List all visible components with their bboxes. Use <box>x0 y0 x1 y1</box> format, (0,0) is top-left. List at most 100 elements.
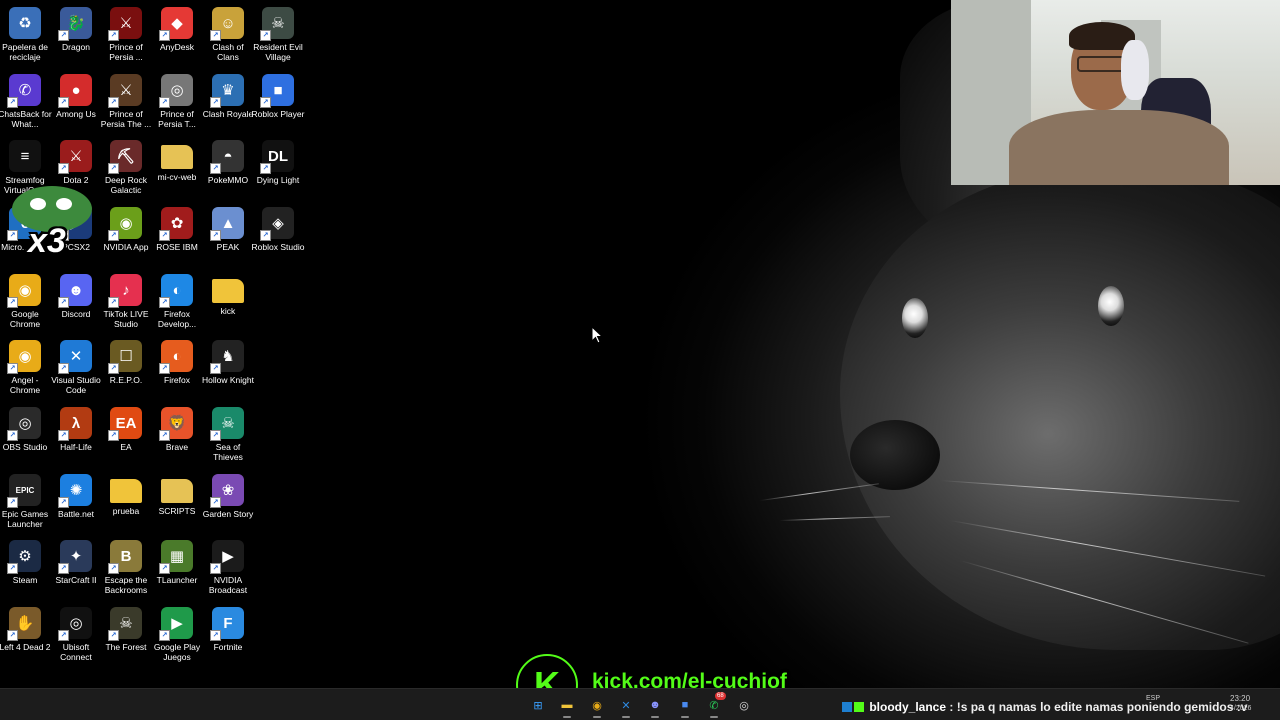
desktop-icon-label: Firefox Develop... <box>157 309 197 329</box>
desktop-icon[interactable]: ■ ↗ Roblox Player <box>252 71 304 135</box>
desktop-icon[interactable]: ✆ ↗ ChatsBack for What... <box>0 71 52 135</box>
desktop-icon[interactable]: ⛏ ↗ Deep Rock Galactic <box>101 137 151 201</box>
desktop-icon[interactable]: SCRIPTS <box>152 471 202 535</box>
clock-time[interactable]: 23:20 <box>1230 694 1250 703</box>
file-explorer-icon[interactable]: ▬ <box>558 696 576 714</box>
chrome-icon[interactable]: ◉ <box>588 696 606 714</box>
desktop-icon[interactable]: ◐ ↗ Firefox Develop... <box>152 271 202 335</box>
wallpaper-whisker <box>779 516 890 521</box>
icon-glyph: ♻ <box>18 15 32 32</box>
desktop-icon[interactable]: ✕ ↗ Visual Studio Code <box>51 337 101 401</box>
desktop-icon-label: Hollow Knight <box>202 375 254 385</box>
shortcut-arrow-icon: ↗ <box>210 497 221 508</box>
desktop-icon-label: TikTok LIVE Studio <box>103 309 149 329</box>
desktop-icon[interactable]: ☠ ↗ Resident Evil Village <box>253 4 303 68</box>
desktop-icon[interactable]: ✋ ↗ Left 4 Dead 2 <box>0 604 51 668</box>
desktop-icon[interactable]: ● ↗ Among Us <box>51 71 101 135</box>
desktop-icon[interactable]: ◓ ↗ PokeMMO <box>203 137 253 201</box>
desktop-icon-label: StarCraft II <box>55 575 97 585</box>
desktop-icon[interactable]: 🐉 ↗ Dragon <box>51 4 101 68</box>
desktop-icon-label: Google Play Juegos <box>153 642 201 662</box>
icon-glyph: ◉ <box>18 282 32 299</box>
desktop-icon[interactable]: ◉ ↗ Google Chrome <box>0 271 50 335</box>
desktop-icon[interactable]: 🦁 ↗ Brave <box>152 404 202 468</box>
desktop-icon[interactable]: ◎ ↗ Ubisoft Connect <box>51 604 101 668</box>
desktop-icon[interactable]: ▦ ↗ TLauncher <box>152 537 202 601</box>
desktop-icon[interactable]: B ↗ Escape the Backrooms <box>101 537 151 601</box>
epic-games-icon: EPIC ↗ <box>7 474 41 508</box>
desktop-icon[interactable]: ▶ ↗ NVIDIA Broadcast <box>203 537 253 601</box>
desktop-icon[interactable]: ✺ ↗ Battle.net <box>51 471 101 535</box>
desktop-icon-label: Roblox Studio <box>251 242 305 252</box>
desktop-icon-label: Among Us <box>56 109 96 119</box>
desktop-icon[interactable]: λ ↗ Half-Life <box>51 404 101 468</box>
dying-light-icon: DL ↗ <box>260 140 294 174</box>
roblox-icon[interactable]: ■ <box>676 696 694 714</box>
chat-message: !s pa q namas lo edite namas poniendo ge… <box>956 700 1248 714</box>
left4dead-icon: ✋ ↗ <box>7 607 41 641</box>
desktop-icon[interactable]: EPIC ↗ Epic Games Launcher <box>0 471 50 535</box>
discord-icon[interactable]: ☻ <box>646 696 664 714</box>
desktop-icon[interactable]: ☐ ↗ R.E.P.O. <box>101 337 151 401</box>
desktop-icon[interactable]: F ↗ Fortnite <box>203 604 253 668</box>
desktop-icon[interactable]: ✦ ↗ StarCraft II <box>51 537 101 601</box>
desktop-icon[interactable]: ⚔ ↗ Prince of Persia ... <box>101 4 151 68</box>
desktop-icon[interactable]: ☠ ↗ Sea of Thieves <box>203 404 253 468</box>
desktop-icon[interactable]: ❀ ↗ Garden Story <box>203 471 253 535</box>
desktop-icon[interactable]: ♞ ↗ Hollow Knight <box>202 337 254 401</box>
desktop-icon[interactable]: ✿ ↗ ROSE IBM <box>152 204 202 268</box>
icon-glyph: ≡ <box>20 147 30 165</box>
desktop-icon[interactable]: ☠ ↗ The Forest <box>101 604 151 668</box>
shortcut-arrow-icon: ↗ <box>260 163 271 174</box>
desktop-icon[interactable]: ♪ ↗ TikTok LIVE Studio <box>101 271 151 335</box>
windows-start-icon[interactable]: ⊞ <box>529 696 547 714</box>
desktop-icon-label: ChatsBack for What... <box>0 109 52 129</box>
taskbar-active-indicator <box>622 716 630 718</box>
desktop-icon[interactable]: ⚔ ↗ Prince of Persia The ... <box>101 71 151 135</box>
shortcut-arrow-icon: ↗ <box>108 430 119 441</box>
desktop-icon-label: Resident Evil Village <box>253 42 303 62</box>
desktop-icon[interactable]: prueba <box>101 471 151 535</box>
desktop-icon[interactable]: ◐ ↗ Firefox <box>152 337 202 401</box>
desktop-icon[interactable]: kick <box>203 271 253 335</box>
desktop-icon[interactable]: ♛ ↗ Clash Royale <box>203 71 253 135</box>
obs-icon[interactable]: ◎ <box>735 696 753 714</box>
desktop-icon-label: Sea of Thieves <box>213 442 243 462</box>
desktop-icon[interactable]: ☺ ↗ Clash of Clans <box>203 4 253 68</box>
shortcut-arrow-icon: ↗ <box>58 430 69 441</box>
desktop-icon[interactable]: DL ↗ Dying Light <box>253 137 303 201</box>
discord-icon: ☻ ↗ <box>58 274 92 308</box>
desktop-icon[interactable]: mi-cv-web <box>152 137 202 201</box>
desktop-icon[interactable]: ◎ ↗ OBS Studio <box>0 404 50 468</box>
folder-icon <box>110 479 142 503</box>
desktop-icon[interactable]: ◈ ↗ Roblox Studio <box>251 204 305 268</box>
desktop-icon-label: NVIDIA App <box>103 242 149 252</box>
shortcut-arrow-icon: ↗ <box>260 230 271 241</box>
language-indicator[interactable]: ESP <box>1146 695 1160 702</box>
shortcut-arrow-icon: ↗ <box>210 163 221 174</box>
rose-icon: ✿ ↗ <box>159 207 193 241</box>
desktop-icon[interactable]: ▶ ↗ Google Play Juegos <box>152 604 202 668</box>
vscode-icon[interactable]: ✕ <box>617 696 635 714</box>
desktop-icon-label: Dota 2 <box>63 175 89 185</box>
desktop-icon[interactable]: ♻ Papelera de reciclaje <box>0 4 50 68</box>
desktop-icon-label: Prince of Persia T... <box>158 109 196 129</box>
desktop-icon[interactable]: ◉ ↗ Angel - Chrome <box>0 337 50 401</box>
desktop-icon[interactable]: ⚙ ↗ Steam <box>0 537 50 601</box>
shortcut-arrow-icon: ↗ <box>108 563 119 574</box>
desktop-icon[interactable]: ◎ ↗ Prince of Persia T... <box>152 71 202 135</box>
desktop-icon[interactable]: ☻ ↗ Discord <box>51 271 101 335</box>
shortcut-arrow-icon: ↗ <box>108 97 119 108</box>
shortcut-arrow-icon: ↗ <box>7 97 18 108</box>
clock-date[interactable]: 4/2026 <box>1230 705 1251 712</box>
desktop-icon[interactable]: ◉ ↗ NVIDIA App <box>101 204 151 268</box>
nvidia-icon: ◉ ↗ <box>108 207 142 241</box>
shortcut-arrow-icon: ↗ <box>7 630 18 641</box>
icon-glyph: EPIC <box>15 485 35 495</box>
desktop-icon[interactable]: EA ↗ EA <box>101 404 151 468</box>
webcam-overlay <box>951 0 1280 185</box>
shortcut-arrow-icon: ↗ <box>159 297 170 308</box>
desktop-icon[interactable]: ▲ ↗ PEAK <box>203 204 253 268</box>
desktop-icon[interactable]: ◆ ↗ AnyDesk <box>152 4 202 68</box>
icon-glyph: ⛏ <box>116 148 136 165</box>
